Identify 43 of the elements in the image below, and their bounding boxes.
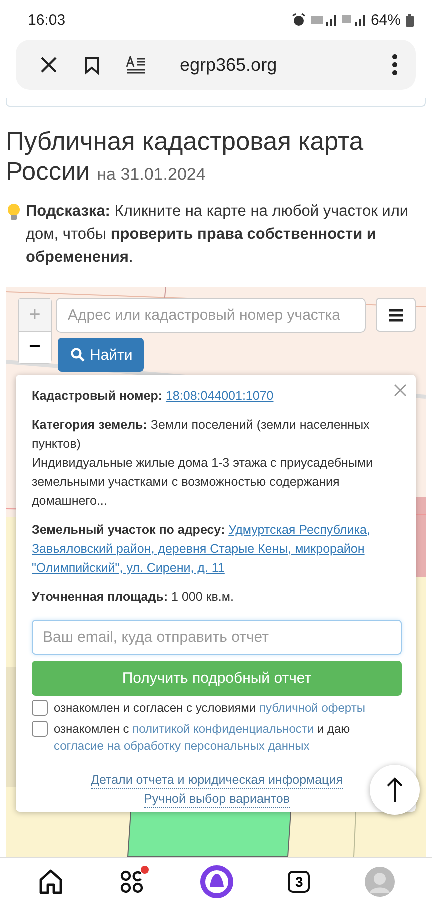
menu-button[interactable] — [376, 298, 416, 332]
info-field: Уточненная площадь: 1 000 кв.м. — [32, 590, 234, 604]
agreement-text: ознакомлен с — [54, 722, 130, 736]
info-field: Кадастровый номер: 18:08:044001:1070 — [32, 389, 274, 403]
report-button[interactable]: Получить подробный отчет — [32, 661, 402, 696]
clock-time: 16:03 — [28, 12, 67, 28]
policy-link[interactable]: публичной оферты — [259, 701, 366, 715]
search-icon — [71, 348, 85, 362]
tabs-counter[interactable]: 3 — [288, 871, 310, 893]
page-title: Публичная кадастровая карта России на 31.01.2024 — [6, 127, 365, 188]
menu-icon — [389, 308, 403, 322]
lightbulb-icon — [6, 203, 22, 221]
search-button[interactable]: Найти — [58, 338, 144, 372]
zoom-out-button[interactable]: − — [19, 331, 51, 363]
url-text: egrp365.org — [180, 54, 278, 76]
close-icon[interactable] — [40, 56, 58, 74]
arrow-up-icon — [387, 777, 403, 803]
search-field[interactable]: Адрес или кадастровый номер участка — [56, 298, 366, 333]
signal-icon — [342, 13, 366, 27]
battery-level: 64% — [370, 12, 401, 28]
bookmark-icon[interactable] — [84, 56, 100, 74]
policy-link[interactable]: согласие — [54, 739, 104, 753]
footer-link[interactable]: Детали отчета и юридическая информация — [91, 773, 343, 789]
policy-link[interactable]: политикой конфиденциальности — [132, 722, 314, 736]
info-field: Земельный участок по адресу: Удмуртская Республика, Завьяловский район, деревня Старые Кены, микрорайон "Олимпийский", ул. Сирени, д. 11 — [32, 523, 370, 575]
more-menu-icon[interactable] — [392, 54, 398, 76]
alarm-icon — [292, 13, 306, 27]
zoom-control[interactable]: + − — [18, 298, 52, 364]
agreement-text: и даю — [317, 722, 350, 736]
agreement-text: ознакомлен и согласен с условиями — [54, 701, 256, 715]
signal-icon — [310, 13, 337, 27]
email-field[interactable]: Ваш email, куда отправить отчет — [32, 620, 402, 655]
checkbox[interactable] — [32, 700, 48, 716]
reader-mode-icon[interactable] — [126, 56, 146, 74]
assistant-icon[interactable] — [200, 865, 234, 899]
checkbox[interactable] — [32, 721, 48, 737]
footer-link[interactable]: Ручной выбор вариантов — [144, 792, 290, 808]
hint-text: Подсказка: Кликните на карте на любой участок или дом, чтобы проверить права собственности и обременения. — [26, 202, 410, 268]
battery-icon — [406, 14, 414, 26]
apps-icon[interactable] — [120, 869, 146, 895]
land-use-text: Индивидуальные жилые дома 1-3 этажа с приусадебными земельными участками с возможностью содержания домашнего... — [32, 455, 374, 510]
policy-link[interactable]: на обработку персональных данных — [107, 739, 310, 753]
info-field: Категория земель: Земли поселений (земли населенных пунктов) — [32, 418, 370, 451]
